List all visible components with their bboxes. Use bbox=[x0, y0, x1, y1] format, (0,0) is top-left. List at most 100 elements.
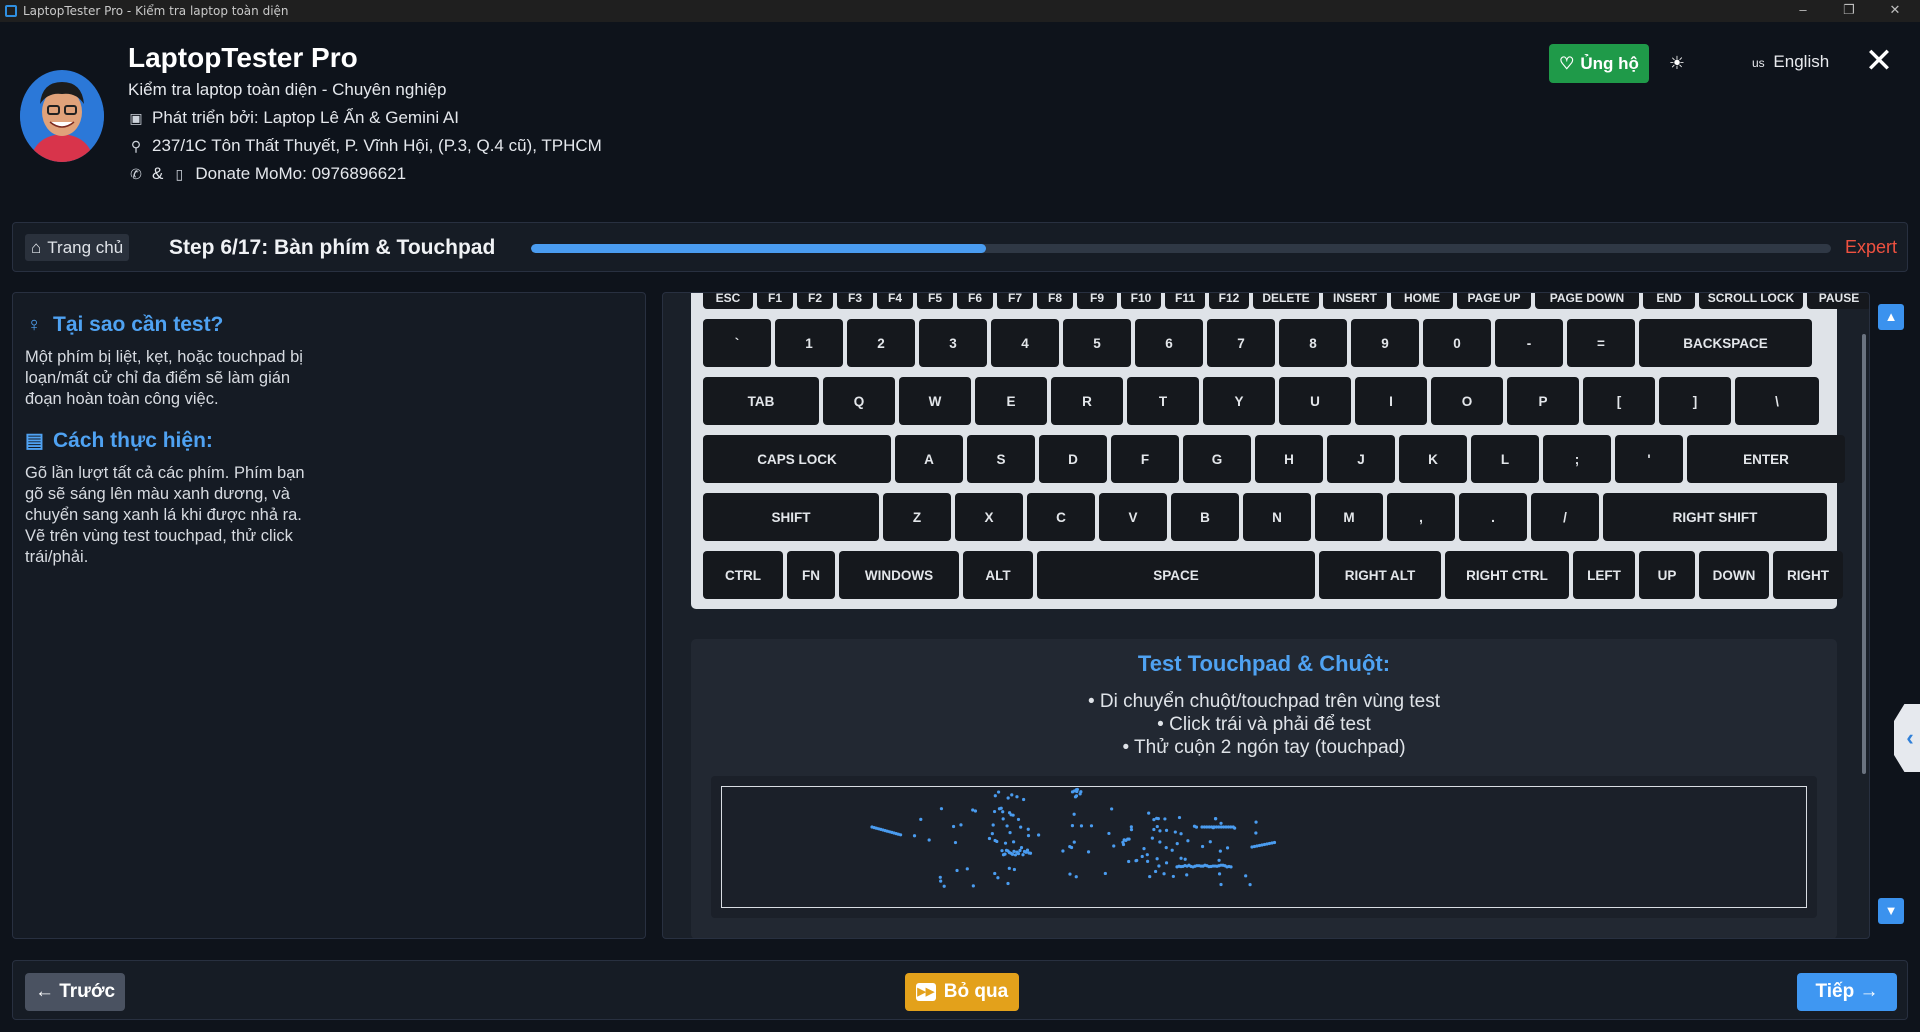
key[interactable]: RIGHT CTRL bbox=[1445, 551, 1569, 599]
key[interactable]: RIGHT ALT bbox=[1319, 551, 1441, 599]
window-close-button[interactable]: ✕ bbox=[1872, 0, 1918, 22]
key[interactable]: Q bbox=[823, 377, 895, 425]
key[interactable]: Y bbox=[1203, 377, 1275, 425]
key[interactable]: WINDOWS bbox=[839, 551, 959, 599]
key[interactable]: PAGE DOWN bbox=[1535, 293, 1639, 309]
key[interactable]: F2 bbox=[797, 293, 833, 309]
previous-button[interactable]: ← Trước bbox=[25, 973, 125, 1011]
key[interactable]: 3 bbox=[919, 319, 987, 367]
key[interactable]: F4 bbox=[877, 293, 913, 309]
key[interactable]: - bbox=[1495, 319, 1563, 367]
key[interactable]: A bbox=[895, 435, 963, 483]
key[interactable]: ; bbox=[1543, 435, 1611, 483]
key[interactable]: ` bbox=[703, 319, 771, 367]
key[interactable]: L bbox=[1471, 435, 1539, 483]
key[interactable]: ALT bbox=[963, 551, 1033, 599]
key[interactable]: 9 bbox=[1351, 319, 1419, 367]
key[interactable]: F11 bbox=[1165, 293, 1205, 309]
language-selector[interactable]: us English bbox=[1752, 52, 1829, 72]
skip-button[interactable]: ▶▶ Bỏ qua bbox=[905, 973, 1019, 1011]
scroll-up-button[interactable]: ▲ bbox=[1878, 304, 1904, 330]
scroll-down-button[interactable]: ▼ bbox=[1878, 898, 1904, 924]
key[interactable]: M bbox=[1315, 493, 1383, 541]
key[interactable]: D bbox=[1039, 435, 1107, 483]
key[interactable]: E bbox=[975, 377, 1047, 425]
key[interactable]: S bbox=[967, 435, 1035, 483]
scrollbar-thumb[interactable] bbox=[1862, 334, 1866, 774]
key[interactable]: RIGHT bbox=[1773, 551, 1843, 599]
theme-toggle-sun-icon[interactable]: ☀ bbox=[1664, 50, 1690, 76]
key[interactable]: F12 bbox=[1209, 293, 1249, 309]
key[interactable]: RIGHT SHIFT bbox=[1603, 493, 1827, 541]
key[interactable]: BACKSPACE bbox=[1639, 319, 1812, 367]
touchpad-test-area[interactable] bbox=[721, 786, 1807, 908]
key[interactable]: F8 bbox=[1037, 293, 1073, 309]
key[interactable]: F7 bbox=[997, 293, 1033, 309]
key[interactable]: V bbox=[1099, 493, 1167, 541]
key[interactable]: 4 bbox=[991, 319, 1059, 367]
home-button[interactable]: ⌂ Trang chủ bbox=[25, 234, 130, 261]
key[interactable]: ' bbox=[1615, 435, 1683, 483]
key[interactable]: END bbox=[1643, 293, 1695, 309]
next-button[interactable]: Tiếp → bbox=[1797, 973, 1897, 1011]
key[interactable]: 5 bbox=[1063, 319, 1131, 367]
key[interactable]: . bbox=[1459, 493, 1527, 541]
key[interactable]: PAGE UP bbox=[1457, 293, 1531, 309]
key[interactable]: [ bbox=[1583, 377, 1655, 425]
key[interactable]: J bbox=[1327, 435, 1395, 483]
key[interactable]: ESC bbox=[703, 293, 753, 309]
key[interactable]: I bbox=[1355, 377, 1427, 425]
key[interactable]: O bbox=[1431, 377, 1503, 425]
key[interactable]: CAPS LOCK bbox=[703, 435, 891, 483]
key[interactable]: X bbox=[955, 493, 1023, 541]
key[interactable]: F1 bbox=[757, 293, 793, 309]
key[interactable]: ] bbox=[1659, 377, 1731, 425]
key[interactable]: W bbox=[899, 377, 971, 425]
key[interactable]: F9 bbox=[1077, 293, 1117, 309]
key[interactable]: C bbox=[1027, 493, 1095, 541]
key[interactable]: F bbox=[1111, 435, 1179, 483]
side-panel-toggle-chevron-icon[interactable]: ‹ bbox=[1894, 704, 1920, 772]
key[interactable]: F5 bbox=[917, 293, 953, 309]
key[interactable]: ENTER bbox=[1687, 435, 1845, 483]
key[interactable]: U bbox=[1279, 377, 1351, 425]
key[interactable]: T bbox=[1127, 377, 1199, 425]
close-app-button[interactable]: ✕ bbox=[1862, 44, 1896, 78]
key[interactable]: H bbox=[1255, 435, 1323, 483]
key[interactable]: = bbox=[1567, 319, 1635, 367]
key[interactable]: FN bbox=[787, 551, 835, 599]
key[interactable]: DOWN bbox=[1699, 551, 1769, 599]
key[interactable]: P bbox=[1507, 377, 1579, 425]
key[interactable]: PAUSE bbox=[1807, 293, 1869, 309]
donate-button[interactable]: ♡ Ủng hộ bbox=[1549, 44, 1649, 83]
key[interactable]: DELETE bbox=[1253, 293, 1319, 309]
key[interactable]: SHIFT bbox=[703, 493, 879, 541]
key[interactable]: F6 bbox=[957, 293, 993, 309]
key[interactable]: INSERT bbox=[1323, 293, 1387, 309]
key[interactable]: N bbox=[1243, 493, 1311, 541]
key[interactable]: R bbox=[1051, 377, 1123, 425]
key[interactable]: 8 bbox=[1279, 319, 1347, 367]
key[interactable]: B bbox=[1171, 493, 1239, 541]
key[interactable]: SCROLL LOCK bbox=[1699, 293, 1803, 309]
key[interactable]: SPACE bbox=[1037, 551, 1315, 599]
window-maximize-button[interactable]: ❐ bbox=[1826, 0, 1872, 22]
key[interactable]: F3 bbox=[837, 293, 873, 309]
key[interactable]: 7 bbox=[1207, 319, 1275, 367]
key[interactable]: TAB bbox=[703, 377, 819, 425]
key[interactable]: 1 bbox=[775, 319, 843, 367]
key[interactable]: 2 bbox=[847, 319, 915, 367]
key[interactable]: CTRL bbox=[703, 551, 783, 599]
key[interactable]: 0 bbox=[1423, 319, 1491, 367]
key[interactable]: F10 bbox=[1121, 293, 1161, 309]
key[interactable]: G bbox=[1183, 435, 1251, 483]
key[interactable]: 6 bbox=[1135, 319, 1203, 367]
key[interactable]: \ bbox=[1735, 377, 1819, 425]
key[interactable]: UP bbox=[1639, 551, 1695, 599]
key[interactable]: / bbox=[1531, 493, 1599, 541]
window-minimize-button[interactable]: – bbox=[1780, 0, 1826, 22]
key[interactable]: HOME bbox=[1391, 293, 1453, 309]
key[interactable]: K bbox=[1399, 435, 1467, 483]
key[interactable]: LEFT bbox=[1573, 551, 1635, 599]
key[interactable]: Z bbox=[883, 493, 951, 541]
